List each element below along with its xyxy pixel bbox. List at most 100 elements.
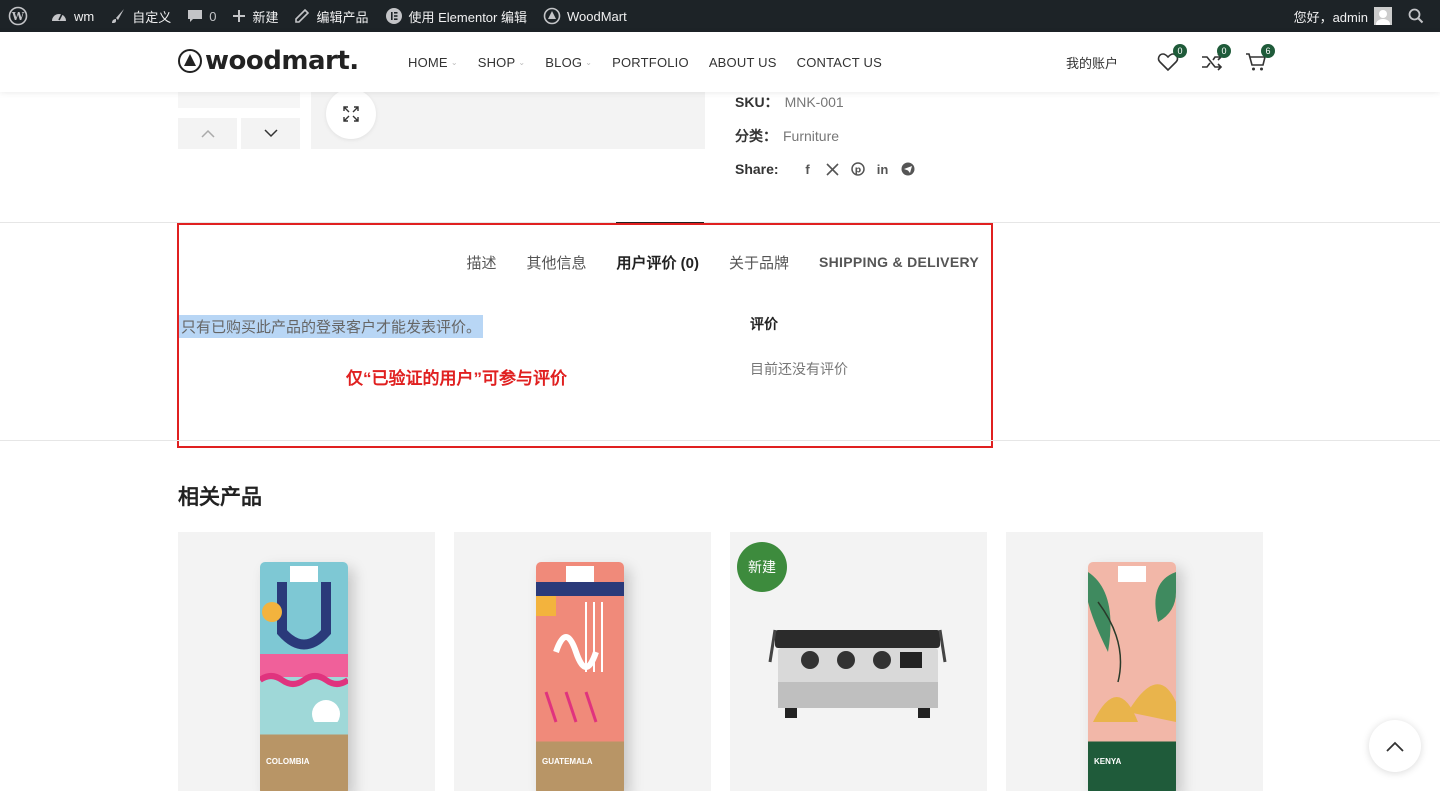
thumbnails-next-button[interactable] (241, 118, 300, 149)
nav-item-portfolio[interactable]: PORTFOLIO (602, 55, 699, 70)
product-card-guatemala[interactable]: GUATEMALA (454, 532, 711, 791)
elementor-edit-label: 使用 Elementor 编辑 (408, 9, 527, 25)
site-name-menu[interactable]: wm (42, 0, 102, 32)
edit-product-label: 编辑产品 (316, 9, 369, 25)
cart-button[interactable]: 6 (1244, 44, 1275, 74)
new-badge: 新建 (737, 542, 787, 592)
customize-link[interactable]: 自定义 (102, 0, 179, 32)
chevron-down-icon (263, 129, 278, 138)
plus-icon (233, 10, 246, 22)
wp-admin-bar: W wm 自定义 0 新建 编辑产品 使用 Elementor 编辑 WoodM… (0, 0, 1440, 32)
admin-bar-right: 您好，admin (1286, 0, 1440, 32)
product-label: COLOMBIA (266, 757, 310, 766)
new-label: 新建 (252, 9, 279, 25)
logo-text: woodmart. (205, 46, 359, 76)
sku-value: MNK-001 (784, 94, 844, 110)
compare-button[interactable]: 0 (1200, 44, 1231, 74)
search-icon (1408, 8, 1424, 24)
compare-count-badge: 0 (1217, 44, 1231, 58)
telegram-icon[interactable] (900, 161, 916, 177)
comment-icon (188, 10, 203, 22)
share-label: Share: (735, 161, 779, 177)
comments-link[interactable]: 0 (179, 0, 224, 32)
share-row: Share: f p in (735, 161, 916, 177)
wordpress-icon: W (8, 6, 28, 26)
tabs-bottom-divider (0, 440, 1440, 441)
my-account-menu[interactable]: 您好，admin (1286, 0, 1400, 32)
new-content-menu[interactable]: 新建 (224, 0, 286, 32)
nav-item-blog[interactable]: BLOG ⌄ (535, 55, 602, 70)
wishlist-button[interactable]: 0 (1156, 44, 1187, 74)
site-logo[interactable]: woodmart. (178, 46, 359, 76)
my-account-link[interactable]: 我的账户 (1066, 53, 1118, 72)
customize-label: 自定义 (132, 9, 172, 25)
elementor-icon (385, 8, 402, 24)
linkedin-icon[interactable]: in (875, 161, 891, 177)
product-label: GUATEMALA (542, 757, 593, 766)
woodmart-label: WoodMart (566, 8, 627, 24)
brand-logo (566, 566, 594, 582)
site-header: woodmart. HOME ⌄ SHOP ⌄ BLOG ⌄ PORTFOLIO AB… (0, 32, 1440, 92)
comments-count: 0 (209, 8, 217, 24)
wordpress-logo-menu[interactable]: W (0, 0, 42, 32)
product-label: KENYA (1094, 757, 1122, 766)
product-card-espresso-machine[interactable]: 新建 (730, 532, 987, 791)
category-label: 分类： (735, 128, 777, 144)
header-actions: 我的账户 0 0 6 (1066, 32, 1275, 92)
main-nav: HOME ⌄ SHOP ⌄ BLOG ⌄ PORTFOLIO ABOUT US CON… (398, 32, 892, 92)
pencil-icon (295, 8, 310, 23)
product-image[interactable]: GUATEMALA (536, 562, 624, 791)
product-card-colombia[interactable]: COLOMBIA (178, 532, 435, 791)
nav-label: HOME (408, 54, 448, 70)
zoom-button[interactable] (326, 89, 376, 139)
dashboard-icon (52, 13, 66, 21)
nav-label: PORTFOLIO (612, 54, 689, 70)
x-icon[interactable] (825, 161, 841, 177)
pinterest-icon[interactable]: p (850, 161, 866, 177)
product-image[interactable]: KENYA (1088, 562, 1176, 791)
thumbnails-prev-button[interactable] (178, 118, 237, 149)
brand-logo (290, 566, 318, 582)
avatar (1374, 7, 1392, 25)
woodmart-icon (543, 7, 561, 25)
woodmart-theme-link[interactable]: WoodMart (535, 0, 635, 32)
nav-label: BLOG (545, 54, 583, 70)
nav-label: ABOUT US (708, 54, 777, 70)
logo-mark-icon (178, 49, 202, 73)
site-name: wm (74, 8, 95, 24)
share-icons: f p in (791, 161, 916, 177)
chevron-down-icon: ⌄ (450, 57, 458, 67)
wishlist-count-badge: 0 (1173, 44, 1187, 58)
elementor-edit-link[interactable]: 使用 Elementor 编辑 (377, 0, 535, 32)
related-products-heading: 相关产品 (178, 486, 262, 509)
chevron-up-icon (1386, 741, 1404, 752)
svg-text:W: W (11, 10, 25, 23)
gallery-thumbnail[interactable] (178, 92, 300, 108)
chevron-down-icon: ⌄ (518, 57, 526, 67)
facebook-icon[interactable]: f (800, 161, 816, 177)
chevron-up-icon (200, 129, 215, 138)
product-image[interactable]: COLOMBIA (260, 562, 348, 791)
greeting: 您好，admin (1293, 9, 1368, 25)
edit-product-link[interactable]: 编辑产品 (286, 0, 376, 32)
expand-icon (343, 106, 359, 122)
svg-text:p: p (854, 166, 861, 176)
admin-search-button[interactable] (1400, 0, 1440, 32)
nav-item-home[interactable]: HOME ⌄ (398, 55, 468, 70)
brush-icon (112, 9, 125, 23)
sku-row: SKU： MNK-001 (735, 92, 844, 112)
nav-label: SHOP (477, 54, 516, 70)
brand-logo (1118, 566, 1146, 582)
nav-item-about-us[interactable]: ABOUT US (699, 55, 787, 70)
category-row: 分类： Furniture (735, 126, 839, 146)
category-link[interactable]: Furniture (783, 128, 839, 144)
chevron-down-icon: ⌄ (585, 57, 593, 67)
nav-item-shop[interactable]: SHOP ⌄ (468, 55, 536, 70)
scroll-to-top-button[interactable] (1369, 720, 1421, 772)
cart-count-badge: 6 (1261, 44, 1275, 58)
nav-item-contact-us[interactable]: CONTACT US (787, 55, 892, 70)
product-card-kenya[interactable]: KENYA (1006, 532, 1263, 791)
nav-label: CONTACT US (796, 54, 882, 70)
sku-label: SKU： (735, 94, 779, 110)
annotation-highlight-box (177, 223, 993, 448)
